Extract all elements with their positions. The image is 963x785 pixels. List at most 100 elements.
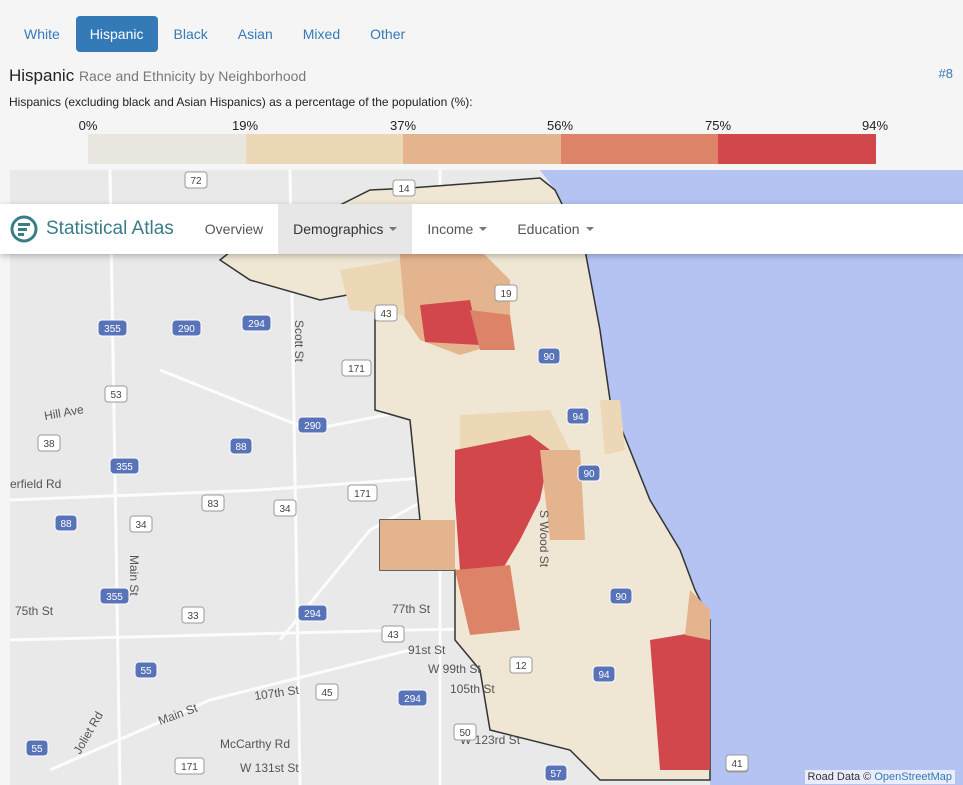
color-legend <box>88 134 876 164</box>
figure-ref-link[interactable]: #8 <box>939 66 953 81</box>
shield-label: 55 <box>140 666 152 677</box>
route-shield-icon: 53 <box>104 385 128 403</box>
route-shield-icon: 38 <box>37 434 61 452</box>
road-label: McCarthy Rd <box>220 737 290 751</box>
shield-label: 45 <box>321 688 333 699</box>
shield-label: 290 <box>304 421 321 432</box>
shield-label: 83 <box>207 499 219 510</box>
interstate-shield-icon: 90 <box>609 587 633 605</box>
interstate-shield-icon: 294 <box>241 314 272 332</box>
caret-down-icon <box>389 227 398 231</box>
shield-label: 38 <box>43 439 55 450</box>
interstate-shield-icon: 88 <box>229 437 253 455</box>
shield-label: 294 <box>404 694 421 705</box>
nav-label: Education <box>517 221 580 237</box>
legend-tick-labels: 0% 19% 37% 56% 75% 94% <box>0 118 963 134</box>
shield-label: 355 <box>104 324 121 335</box>
road-label: Hill Ave <box>43 402 85 423</box>
shield-label: 34 <box>279 504 291 515</box>
route-shield-icon: 41 <box>725 754 749 772</box>
route-shield-icon: 43 <box>374 304 398 322</box>
title-sub: Race and Ethnicity by Neighborhood <box>78 68 307 84</box>
shield-label: 33 <box>187 611 199 622</box>
nav-label: Demographics <box>293 221 384 237</box>
shield-label: 294 <box>248 319 265 330</box>
race-tabs: White Hispanic Black Asian Mixed Other <box>10 16 419 52</box>
legend-swatch <box>718 134 876 164</box>
road-label: 105th St <box>450 682 495 696</box>
route-shield-icon: 34 <box>129 515 153 533</box>
neighborhood[interactable] <box>380 520 455 570</box>
shield-label: 88 <box>235 442 247 453</box>
top-navbar: Statistical Atlas Overview Demographics … <box>0 204 963 254</box>
shield-label: 90 <box>615 592 627 603</box>
legend-swatch <box>403 134 561 164</box>
shield-label: 88 <box>60 519 72 530</box>
title-main: Hispanic <box>9 66 75 85</box>
interstate-shield-icon: 290 <box>297 416 328 434</box>
shield-label: 90 <box>583 469 595 480</box>
road-label: Main St <box>156 701 200 728</box>
nav-label: Overview <box>204 221 264 237</box>
tab-white[interactable]: White <box>10 16 74 52</box>
legend-swatch <box>88 134 246 164</box>
road-label: 91st St <box>408 643 446 657</box>
shield-label: 43 <box>380 309 392 320</box>
shield-label: 50 <box>459 728 471 739</box>
interstate-shield-icon: 355 <box>99 587 130 605</box>
brand[interactable]: Statistical Atlas <box>10 215 174 243</box>
shield-label: 90 <box>543 352 555 363</box>
interstate-shield-icon: 90 <box>537 347 561 365</box>
neighborhood[interactable] <box>420 300 480 345</box>
road-label: S Wood St <box>537 510 551 568</box>
interstate-shield-icon: 90 <box>577 464 601 482</box>
road-label: 75th St <box>15 604 54 618</box>
shield-label: 14 <box>398 184 410 195</box>
legend-tick: 75% <box>704 118 732 133</box>
route-shield-icon: 33 <box>181 606 205 624</box>
route-shield-icon: 50 <box>453 723 477 741</box>
shield-label: 171 <box>348 364 365 375</box>
road-label: W 99th St <box>428 662 481 676</box>
road-label: Scott St <box>292 320 306 363</box>
shield-label: 41 <box>731 759 743 770</box>
legend-swatch <box>245 134 404 164</box>
route-shield-icon: 14 <box>392 179 416 197</box>
tab-hispanic[interactable]: Hispanic <box>75 16 158 52</box>
legend-tick: 94% <box>861 118 889 133</box>
tab-asian[interactable]: Asian <box>224 16 287 52</box>
road-label: W 131st St <box>240 761 299 775</box>
nav-demographics[interactable]: Demographics <box>278 204 413 254</box>
interstate-shield-icon: 88 <box>54 514 78 532</box>
map-attribution: Road Data © OpenStreetMap <box>804 770 955 784</box>
legend-tick: 0% <box>78 118 98 133</box>
map-svg[interactable]: Scott St Hill Ave S Wood St Main St 75th… <box>10 170 963 785</box>
choropleth-map[interactable]: Scott St Hill Ave S Wood St Main St 75th… <box>10 170 963 785</box>
attribution-text: Road Data © <box>807 771 872 783</box>
shield-label: 94 <box>572 412 584 423</box>
route-shield-icon: 43 <box>381 625 405 643</box>
nav-overview[interactable]: Overview <box>190 204 278 254</box>
legend-tick: 37% <box>389 118 417 133</box>
shield-label: 94 <box>598 670 610 681</box>
tab-mixed[interactable]: Mixed <box>289 16 354 52</box>
interstate-shield-icon: 94 <box>592 665 616 683</box>
interstate-shield-icon: 355 <box>109 457 140 475</box>
shield-label: 19 <box>500 289 512 300</box>
nav-income[interactable]: Income <box>412 204 502 254</box>
shield-label: 72 <box>190 176 202 187</box>
tab-black[interactable]: Black <box>160 16 222 52</box>
road-label: 107th St <box>253 683 300 703</box>
interstate-shield-icon: 55 <box>25 739 49 757</box>
shield-label: 34 <box>135 520 147 531</box>
nav-education[interactable]: Education <box>502 204 608 254</box>
route-shield-icon: 45 <box>315 683 339 701</box>
route-shield-icon: 72 <box>184 171 208 189</box>
caret-down-icon <box>479 227 488 231</box>
tab-other[interactable]: Other <box>356 16 419 52</box>
openstreetmap-link[interactable]: OpenStreetMap <box>874 771 952 783</box>
neighborhood[interactable] <box>650 630 710 770</box>
route-shield-icon: 83 <box>201 494 225 512</box>
shield-label: 53 <box>110 390 122 401</box>
caret-down-icon <box>585 227 594 231</box>
